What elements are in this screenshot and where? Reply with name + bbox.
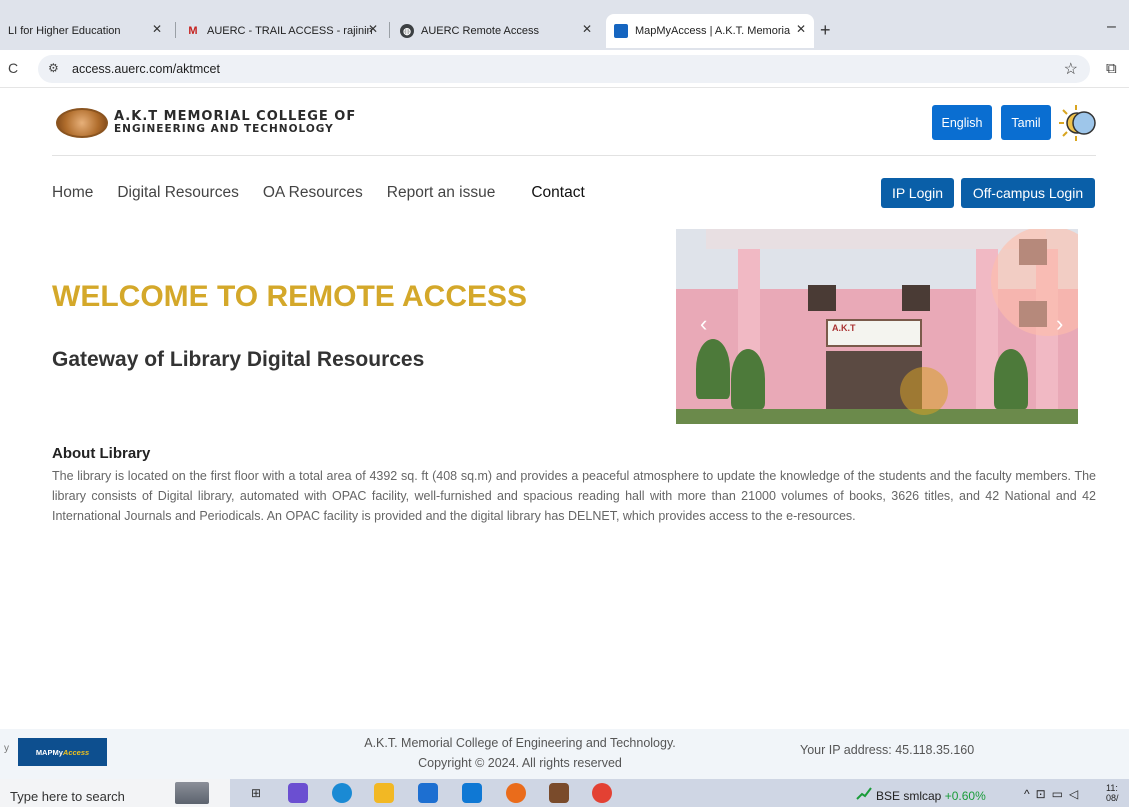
signboard-text: A.K.T xyxy=(832,323,856,333)
url-text[interactable]: access.auerc.com/aktmcet xyxy=(72,62,220,76)
mapmyaccess-icon xyxy=(614,24,628,38)
college-logo[interactable]: A.K.T MEMORIAL COLLEGE OF ENGINEERING AN… xyxy=(56,108,356,138)
taskbar-search-placeholder: Type here to search xyxy=(10,789,125,804)
footer-rights: Copyright © 2024. All rights reserved xyxy=(418,756,622,770)
mapmyaccess-logo[interactable]: MAPMy Access xyxy=(18,738,107,766)
carousel-next-icon[interactable]: › xyxy=(1056,311,1063,337)
stock-change: +0.60% xyxy=(944,789,986,803)
tab-label: MapMyAccess | A.K.T. Memoria xyxy=(635,25,791,37)
about-library-text: The library is located on the first floo… xyxy=(52,469,1096,523)
campus-image-carousel: A.K.T ‹ › xyxy=(676,229,1078,424)
clock-date: 08/ xyxy=(1106,793,1119,803)
tab-separator xyxy=(389,22,390,38)
nav-digital-resources[interactable]: Digital Resources xyxy=(117,184,238,202)
stock-ticker[interactable]: BSE smlcap +0.60% xyxy=(876,789,986,803)
mapmy-logo-prefix: MAPMy xyxy=(35,747,63,757)
carousel-prev-icon[interactable]: ‹ xyxy=(700,311,707,337)
college-name-line1: A.K.T MEMORIAL COLLEGE OF xyxy=(114,109,357,124)
outlook-icon[interactable] xyxy=(462,783,482,803)
palm-tree xyxy=(696,339,730,399)
site-info-icon[interactable]: ⚙ xyxy=(48,61,59,75)
decorative-circle xyxy=(900,367,948,415)
address-bar[interactable]: ⚙ access.auerc.com/aktmcet ☆ xyxy=(38,55,1090,83)
tamil-button[interactable]: Tamil xyxy=(1001,105,1051,140)
building-roof xyxy=(706,229,1046,249)
tab-auerc-remote[interactable]: ◍ AUERC Remote Access ✕ xyxy=(392,14,600,48)
college-name-line2: ENGINEERING AND TECHNOLOGY xyxy=(114,123,334,135)
footer-fragment: y xyxy=(4,743,9,754)
mapmy-logo-suffix: Access xyxy=(62,747,90,757)
tab-auerc-trail[interactable]: M AUERC - TRAIL ACCESS - rajinin ✕ xyxy=(178,14,386,48)
file-explorer-icon[interactable] xyxy=(374,783,394,803)
search-highlight-icon xyxy=(175,782,209,804)
building-window xyxy=(808,285,836,311)
building-window xyxy=(902,285,930,311)
firefox-icon[interactable] xyxy=(506,783,526,803)
browser-tab-strip: LI for Higher Education ✕ M AUERC - TRAI… xyxy=(0,0,1129,50)
gateway-subheading: Gateway of Library Digital Resources xyxy=(52,348,425,371)
nav-report-issue[interactable]: Report an issue xyxy=(387,184,496,202)
minimize-button[interactable]: – xyxy=(1107,18,1116,36)
gmail-icon: M xyxy=(188,25,198,37)
stock-name: BSE smlcap xyxy=(876,789,942,803)
tab-mapmyaccess[interactable]: MapMyAccess | A.K.T. Memoria ✕ xyxy=(606,14,814,48)
palm-tree xyxy=(994,349,1028,409)
palm-tree xyxy=(731,349,765,409)
close-tab-icon[interactable]: ✕ xyxy=(796,22,806,36)
nav-home[interactable]: Home xyxy=(52,184,93,202)
chrome-icon[interactable] xyxy=(592,783,612,803)
theme-toggle-icon[interactable] xyxy=(1058,104,1098,142)
reload-icon[interactable]: C xyxy=(8,60,18,76)
welcome-heading: WELCOME TO REMOTE ACCESS xyxy=(52,280,528,313)
header-divider xyxy=(52,155,1096,156)
store-icon[interactable] xyxy=(418,783,438,803)
footer-copyright: A.K.T. Memorial College of Engineering a… xyxy=(330,733,710,773)
tab-higher-education[interactable]: LI for Higher Education ✕ xyxy=(0,14,170,48)
task-view-icon[interactable]: ⊞ xyxy=(246,783,266,803)
globe-icon: ◍ xyxy=(400,24,414,38)
tab-label: LI for Higher Education xyxy=(8,25,121,37)
clock-time: 11: xyxy=(1106,783,1118,793)
nav-oa-resources[interactable]: OA Resources xyxy=(263,184,363,202)
edge-icon[interactable] xyxy=(332,783,352,803)
close-tab-icon[interactable]: ✕ xyxy=(582,22,592,36)
page-footer: y MAPMy Access A.K.T. Memorial College of… xyxy=(0,729,1129,779)
ip-address: Your IP address: 45.118.35.160 xyxy=(800,743,975,757)
tab-label: AUERC - TRAIL ACCESS - rajinin xyxy=(207,25,373,37)
footer-college: A.K.T. Memorial College of Engineering a… xyxy=(364,736,676,750)
system-tray-icons[interactable]: ^⊡▭◁ xyxy=(1024,787,1084,801)
close-tab-icon[interactable]: ✕ xyxy=(152,22,162,36)
college-emblem-icon xyxy=(56,108,108,138)
ground xyxy=(676,409,1078,424)
windows-taskbar: Type here to search ⊞ BSE smlcap +0.60% … xyxy=(0,779,1129,807)
main-navigation: Home Digital Resources OA Resources Repo… xyxy=(52,184,609,202)
browser-toolbar: C ⚙ access.auerc.com/aktmcet ☆ ⧉ xyxy=(0,50,1129,88)
tab-separator xyxy=(175,22,176,38)
close-tab-icon[interactable]: ✕ xyxy=(368,22,378,36)
copilot-icon[interactable] xyxy=(288,783,308,803)
taskbar-clock[interactable]: 11: 08/ xyxy=(1106,783,1119,803)
college-name: A.K.T MEMORIAL COLLEGE OF ENGINEERING AN… xyxy=(114,109,357,135)
ip-login-button[interactable]: IP Login xyxy=(881,178,954,208)
taskbar-search[interactable]: Type here to search xyxy=(0,779,230,807)
stock-trend-icon xyxy=(856,787,872,800)
tab-label: AUERC Remote Access xyxy=(421,25,539,37)
english-button[interactable]: English xyxy=(932,105,992,140)
off-campus-login-button[interactable]: Off-campus Login xyxy=(961,178,1095,208)
nav-contact[interactable]: Contact xyxy=(531,184,584,202)
extensions-icon[interactable]: ⧉ xyxy=(1106,60,1117,77)
new-tab-button[interactable]: + xyxy=(820,20,831,41)
college-signboard: A.K.T xyxy=(826,319,922,347)
app-icon[interactable] xyxy=(549,783,569,803)
bookmark-star-icon[interactable]: ☆ xyxy=(1064,59,1078,79)
about-library-heading: About Library xyxy=(52,445,151,462)
